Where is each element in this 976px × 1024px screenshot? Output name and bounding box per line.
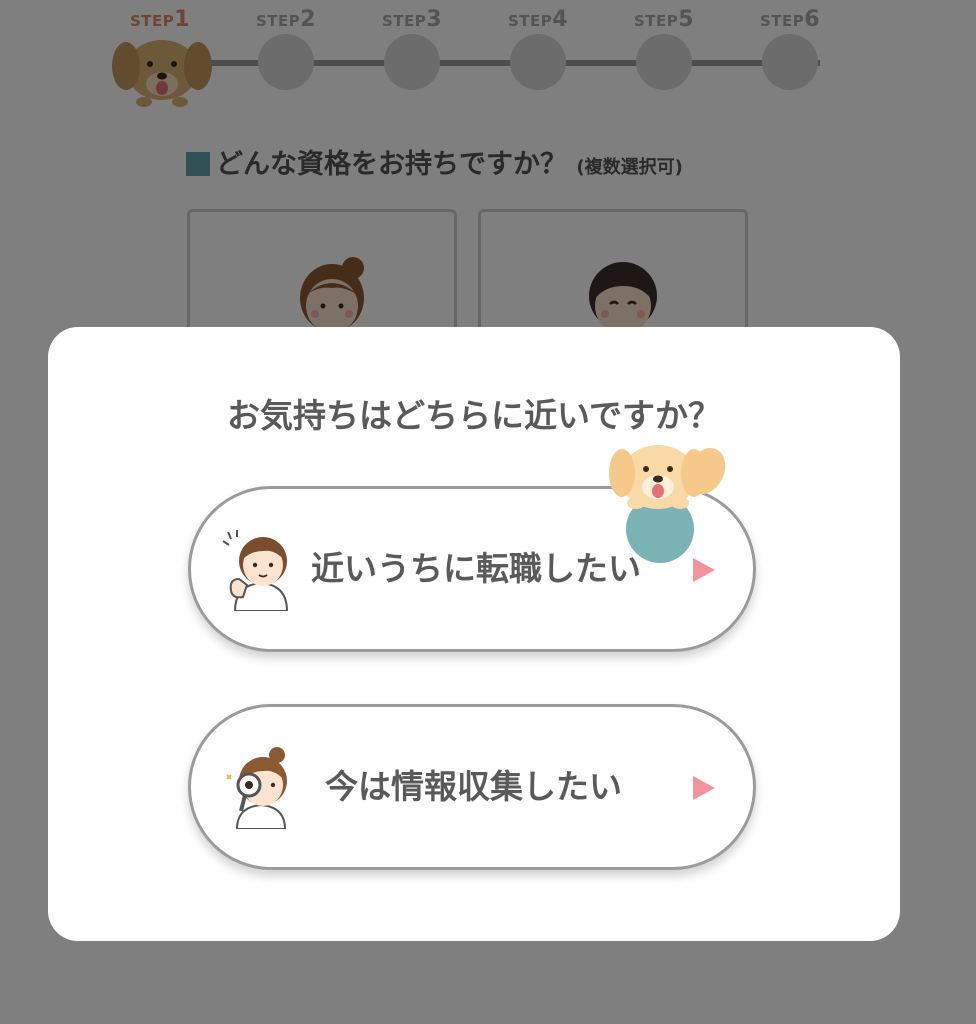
- option-label: 今は情報収集したい: [325, 767, 622, 806]
- nurse-woman-magnifier-icon: [226, 747, 287, 829]
- option-gather-info-button[interactable]: 今は情報収集したい: [188, 704, 756, 870]
- play-arrow-icon: [693, 776, 715, 800]
- option-label: 近いうちに転職したい: [311, 549, 641, 588]
- dog-on-ball-icon: [609, 445, 726, 563]
- intent-modal: お気持ちはどちらに近いですか？ 近いうちに転職したい 今は情報収集したい: [48, 327, 900, 941]
- modal-title: お気持ちはどちらに近いですか？: [226, 396, 721, 435]
- nurse-man-thumbs-icon: [222, 530, 289, 611]
